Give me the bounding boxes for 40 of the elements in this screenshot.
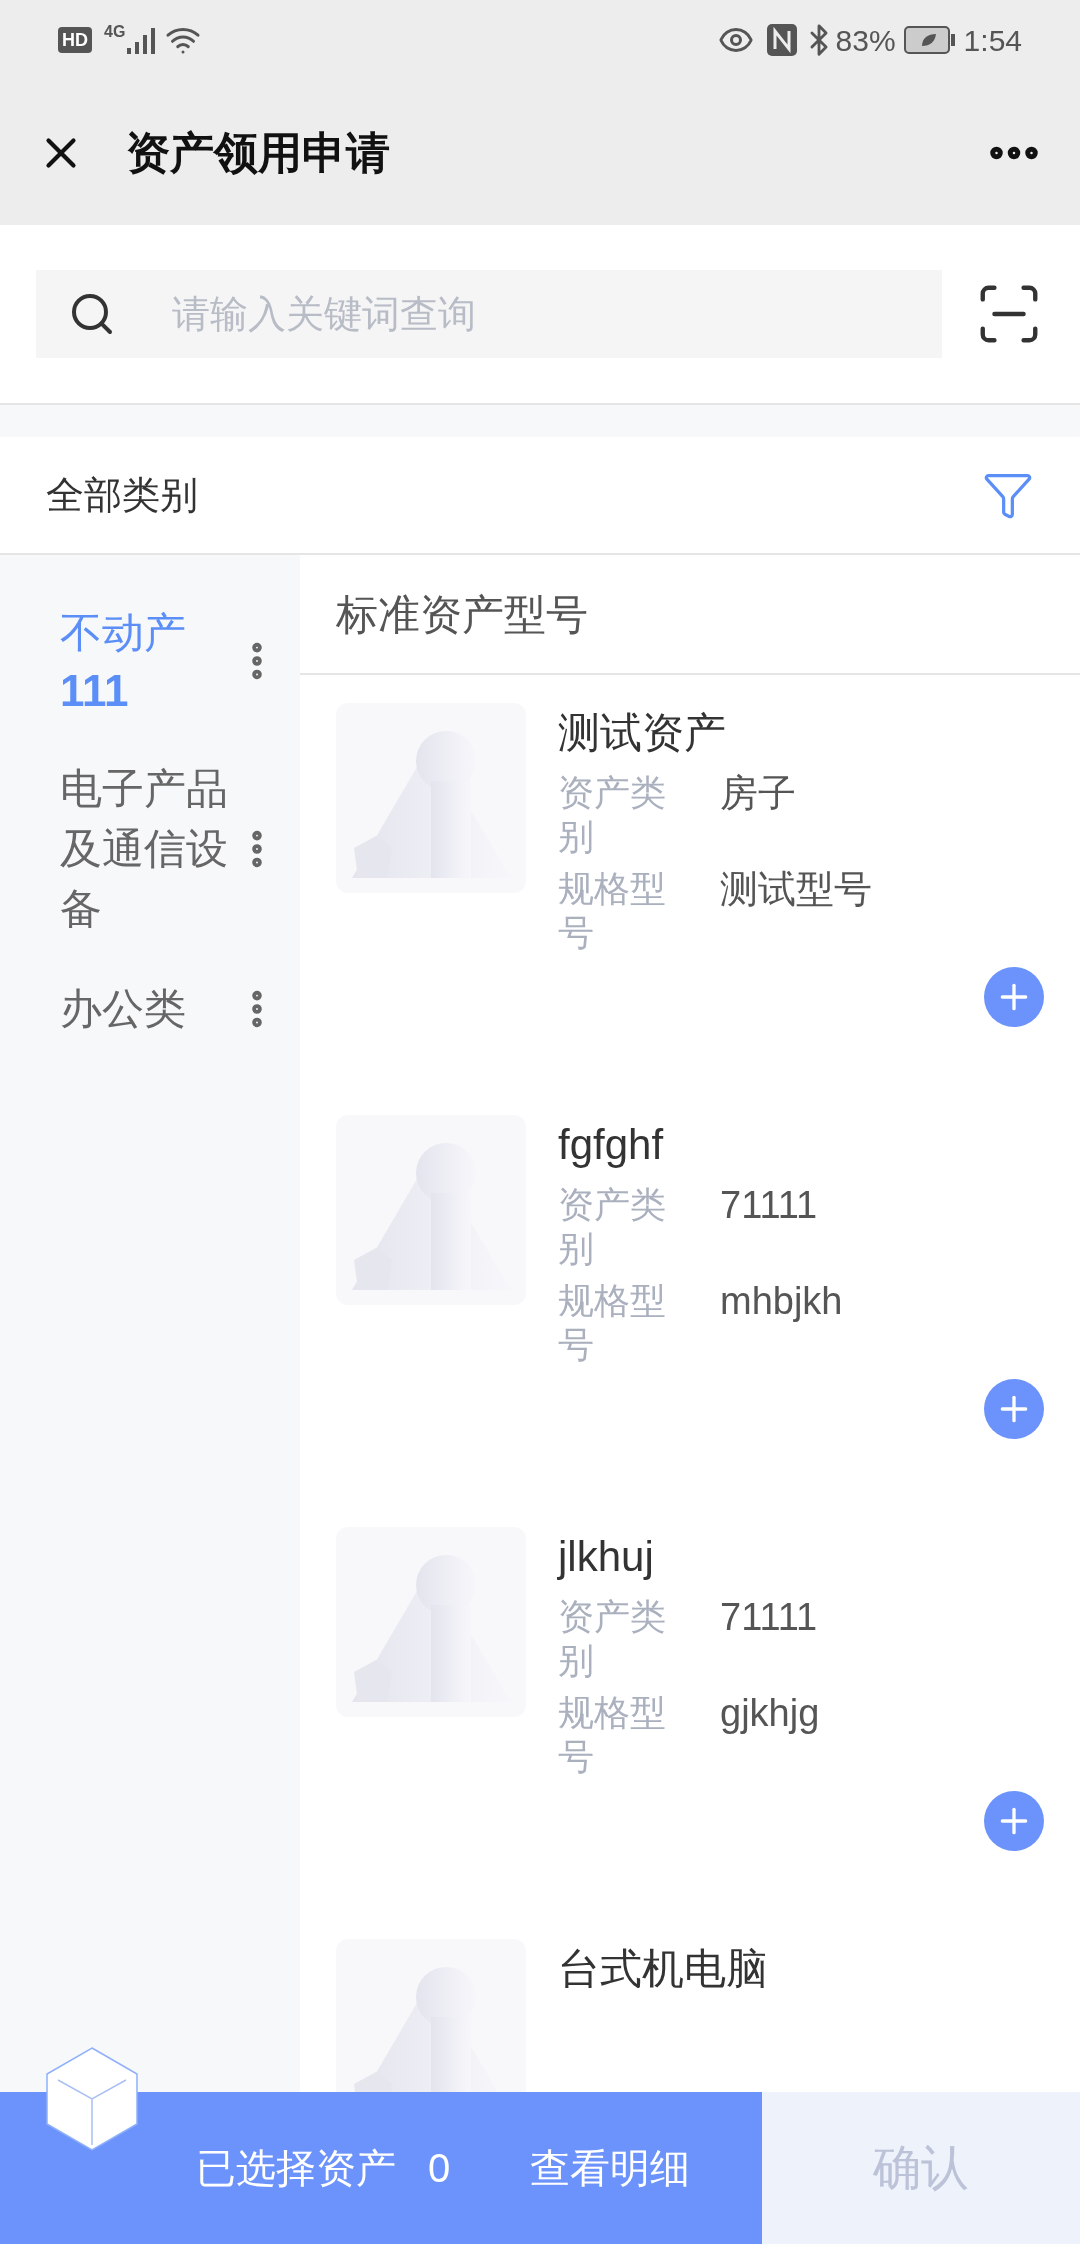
field-label: 规格型号: [558, 1279, 667, 1367]
add-button[interactable]: [984, 1379, 1044, 1439]
search-field[interactable]: 请输入关键词查询: [36, 270, 942, 358]
add-button[interactable]: [984, 1791, 1044, 1851]
field-value: 测试型号: [720, 867, 872, 912]
selected-count: 0: [428, 2145, 451, 2192]
section-heading: 标准资产型号: [336, 589, 588, 640]
clock: 1:54: [963, 22, 1022, 59]
field-value: gjkhjg: [720, 1691, 820, 1736]
network-label: 4G: [104, 22, 126, 42]
field-label: 规格型号: [558, 1691, 667, 1779]
field-value: 房子: [720, 771, 796, 816]
field-label: 规格型号: [558, 867, 667, 955]
view-details-link[interactable]: 查看明细: [530, 2138, 691, 2198]
field-value: mhbjkh: [720, 1279, 843, 1324]
category-count: 111: [60, 665, 130, 717]
category-filter-label[interactable]: 全部类别: [46, 466, 198, 524]
add-button[interactable]: [984, 967, 1044, 1027]
asset-title: 测试资产: [558, 708, 727, 758]
category-item[interactable]: 办公类: [0, 959, 300, 1059]
asset-title: fgfghf: [558, 1120, 665, 1170]
nfc-icon: [765, 23, 798, 57]
field-value: 71111: [720, 1595, 818, 1640]
signal-icon: [127, 26, 158, 54]
field-label: 资产类别: [558, 771, 667, 859]
category-name: 不动产: [60, 608, 187, 658]
page-title: 资产领用申请: [126, 126, 390, 179]
category-name: 办公类: [60, 984, 187, 1034]
selected-assets-label: 已选择资产: [196, 2145, 396, 2192]
battery-percent: 83%: [835, 22, 896, 59]
category-item[interactable]: 不动产 111: [0, 583, 300, 739]
category-name: 电子产品及通信设备: [60, 764, 229, 934]
category-item[interactable]: 电子产品及通信设备: [0, 739, 300, 959]
hd-badge: HD: [58, 27, 92, 53]
field-label: 资产类别: [558, 1183, 667, 1271]
field-value: 71111: [720, 1183, 818, 1228]
asset-title: jlkhuj: [558, 1532, 655, 1582]
battery-icon: [903, 26, 956, 54]
asset-title: 台式机电脑: [558, 1944, 769, 1994]
field-label: 资产类别: [558, 1595, 667, 1683]
